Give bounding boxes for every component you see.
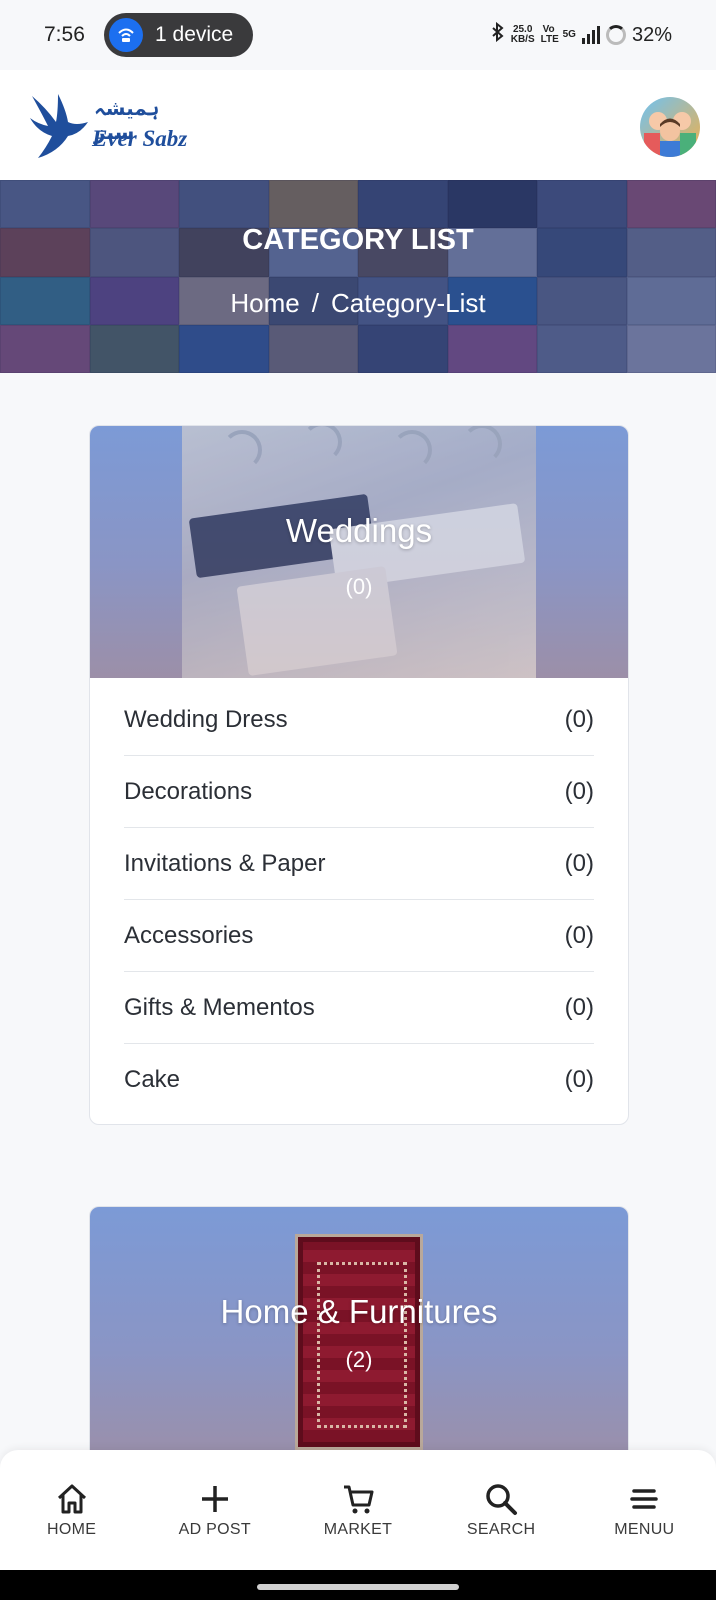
net-speed: 25.0 KB/S: [510, 24, 535, 45]
subcategory-count: (0): [564, 705, 594, 733]
subcategory-count: (0): [564, 1066, 594, 1093]
category-card-home-furnitures: Home & Furnitures (2): [89, 1206, 629, 1466]
user-avatar[interactable]: [640, 97, 700, 157]
breadcrumb: Home / Category-List: [0, 288, 716, 319]
category-title: Home & Furnitures: [220, 1293, 498, 1330]
logo[interactable]: ہمیشہ سبز Ever Sabz: [28, 92, 198, 162]
weddings-image: [182, 426, 536, 678]
category-count: (2): [345, 1347, 373, 1372]
rug-image: [298, 1237, 420, 1447]
subcategory-row[interactable]: Invitations & Paper (0): [124, 828, 594, 900]
bluetooth-icon: [491, 21, 505, 48]
nav-home-label: HOME: [46, 1521, 97, 1538]
nav-market[interactable]: MARKET: [298, 1481, 418, 1539]
subcategory-count: (0): [564, 777, 594, 805]
category-count: (0): [345, 574, 373, 599]
nav-market-label: MARKET: [323, 1521, 393, 1538]
subcategory-row[interactable]: Accessories (0): [124, 900, 594, 972]
status-icons: 25.0 KB/S Vo LTE 5G 32%: [491, 21, 672, 48]
subcategory-label: Wedding Dress: [124, 705, 288, 733]
breadcrumb-home-link[interactable]: Home: [230, 288, 299, 318]
nav-home[interactable]: HOME: [12, 1481, 132, 1539]
nav-search-label: SEARCH: [466, 1521, 536, 1538]
dove-logo-icon: [30, 94, 88, 158]
cart-icon: [343, 1485, 374, 1514]
wifi-hotspot-icon: [109, 18, 143, 52]
subcategory-list: Wedding Dress (0) Decorations (0) Invitati…: [90, 678, 628, 1124]
page-banner: CATEGORY LIST Home / Category-List: [0, 180, 716, 373]
status-bar: 7:56 1 device 25.0 KB/S Vo LTE 5G 32%: [0, 0, 716, 70]
breadcrumb-current: Category-List: [330, 288, 486, 318]
nav-menu[interactable]: MENUU: [584, 1481, 704, 1539]
subcategory-row[interactable]: Cake (0): [124, 1044, 594, 1116]
subcategory-count: (0): [564, 849, 594, 877]
gesture-bar: [0, 1570, 716, 1600]
search-icon: [486, 1484, 518, 1515]
page-title: CATEGORY LIST: [242, 224, 474, 256]
device-pill[interactable]: 1 device: [104, 13, 254, 57]
home-icon: [57, 1484, 86, 1514]
subcategory-label: Gifts & Mementos: [124, 993, 315, 1021]
subcategory-count: (0): [564, 993, 594, 1021]
subcategory-label: Decorations: [124, 777, 253, 805]
network-type: 5G: [562, 29, 576, 40]
nav-menu-label: MENUU: [614, 1521, 675, 1538]
category-title: Weddings: [285, 512, 433, 549]
bottom-nav: HOME AD POST MARKET SEARCH MENUU: [0, 1450, 716, 1570]
subcategory-label: Invitations & Paper: [124, 849, 326, 877]
breadcrumb-separator: /: [311, 288, 319, 318]
subcategory-row[interactable]: Decorations (0): [124, 756, 594, 828]
battery-icon: [605, 25, 626, 45]
subcategory-row[interactable]: Wedding Dress (0): [124, 684, 594, 756]
status-time: 7:56: [44, 23, 85, 46]
nav-ad-post[interactable]: AD POST: [155, 1481, 275, 1539]
subcategory-label: Cake: [124, 1066, 181, 1093]
volte-badge: Vo LTE: [540, 24, 559, 45]
category-hero-weddings[interactable]: Weddings (0): [90, 426, 628, 678]
battery-level: 32%: [631, 23, 672, 46]
subcategory-label: Accessories: [124, 921, 254, 949]
category-hero-home-furnitures[interactable]: Home & Furnitures (2): [90, 1207, 628, 1466]
device-pill-label: 1 device: [155, 23, 234, 46]
subcategory-row[interactable]: Gifts & Mementos (0): [124, 972, 594, 1044]
home-indicator[interactable]: [257, 1584, 459, 1590]
app-header: ہمیشہ سبز Ever Sabz: [0, 70, 716, 180]
category-card-weddings: Weddings (0) Wedding Dress (0) Decoration…: [89, 425, 629, 1125]
nav-ad-post-label: AD POST: [178, 1521, 251, 1538]
logo-english-text: Ever Sabz: [92, 126, 188, 151]
nav-search[interactable]: SEARCH: [441, 1481, 561, 1539]
subcategory-count: (0): [564, 921, 594, 949]
menu-icon: [630, 1489, 659, 1509]
signal-icon: [581, 26, 600, 44]
plus-icon: [201, 1486, 228, 1512]
